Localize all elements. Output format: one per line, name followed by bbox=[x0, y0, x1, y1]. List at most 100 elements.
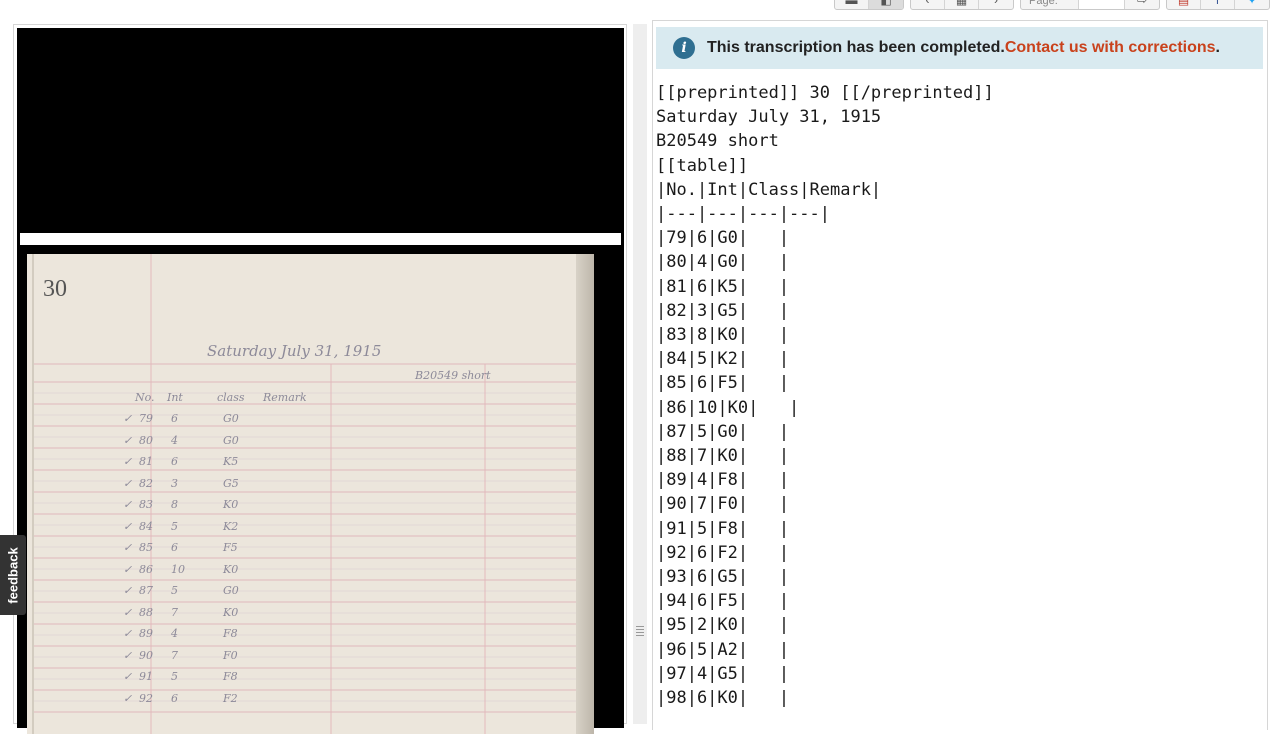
completion-notice: i This transcription has been completed.… bbox=[656, 27, 1263, 69]
handwritten-row-class: F0 bbox=[223, 648, 238, 662]
contact-corrections-link[interactable]: Contact us with corrections bbox=[1005, 39, 1216, 57]
scanned-page: 30 Saturday July 31, 1915 B20549 short N… bbox=[27, 254, 594, 734]
handwritten-check-icon: ✓ bbox=[123, 476, 133, 490]
transcript-line: |88|7|K0| | bbox=[656, 446, 790, 467]
handwritten-check-icon: ✓ bbox=[123, 541, 133, 554]
handwritten-row-class: K0 bbox=[223, 498, 239, 511]
handwritten-check-icon: ✓ bbox=[123, 562, 133, 576]
transcript-line: |92|6|F2| | bbox=[656, 542, 790, 563]
handwritten-plate-note: B20549 short bbox=[415, 369, 491, 382]
handwritten-row-no: 91 bbox=[139, 670, 153, 683]
handwritten-check-icon: ✓ bbox=[123, 433, 133, 447]
notice-text: This transcription has been completed. bbox=[707, 39, 1005, 56]
handwritten-row-class: K2 bbox=[223, 519, 239, 533]
transcript-line: |98|6|K0| | bbox=[656, 688, 790, 709]
handwritten-row-int: 6 bbox=[171, 541, 178, 554]
handwritten-check-icon: ✓ bbox=[123, 670, 133, 683]
handwritten-check-icon: ✓ bbox=[123, 691, 133, 705]
transcript-line: |93|6|G5| | bbox=[656, 567, 790, 588]
handwritten-row-int: 5 bbox=[171, 519, 178, 533]
transcript-line: |95|2|K0| | bbox=[656, 615, 790, 636]
pdf-icon[interactable]: ▤ bbox=[1167, 0, 1201, 9]
handwritten-row-int: 6 bbox=[171, 691, 178, 705]
handwritten-row-class: F8 bbox=[223, 627, 238, 640]
transcript-line: |90|7|F0| | bbox=[656, 494, 790, 515]
panel-splitter[interactable] bbox=[633, 24, 647, 724]
transcript-line: |85|6|F5| | bbox=[656, 373, 790, 394]
transcription-panel: i This transcription has been completed.… bbox=[652, 20, 1268, 730]
transcript-line: |86|10|K0| | bbox=[656, 397, 800, 418]
transcript-line: B20549 short bbox=[656, 131, 779, 152]
handwritten-check-icon: ✓ bbox=[123, 412, 133, 425]
image-viewer[interactable]: 30 Saturday July 31, 1915 B20549 short N… bbox=[17, 28, 624, 734]
handwritten-check-icon: ✓ bbox=[123, 584, 133, 597]
handwritten-row-class: F8 bbox=[223, 670, 238, 683]
handwritten-header-remark: Remark bbox=[263, 391, 307, 404]
page-number: 30 bbox=[43, 276, 67, 302]
facebook-icon[interactable]: f bbox=[1201, 0, 1235, 9]
transcript-line: |79|6|G0| | bbox=[656, 228, 790, 249]
single-view-icon[interactable]: ▬ bbox=[835, 0, 869, 9]
handwritten-row-no: 83 bbox=[139, 498, 153, 511]
ledger-lines bbox=[32, 254, 594, 734]
split-view-icon[interactable]: ◧ bbox=[869, 0, 903, 9]
handwritten-header-no: No. bbox=[135, 391, 155, 404]
image-panel: 30 Saturday July 31, 1915 B20549 short N… bbox=[13, 24, 627, 734]
handwritten-check-icon: ✓ bbox=[123, 648, 133, 662]
handwritten-row-no: 92 bbox=[139, 691, 153, 705]
transcript-line: |84|5|K2| | bbox=[656, 349, 790, 370]
feedback-tab[interactable]: feedback bbox=[0, 535, 26, 615]
handwritten-header-int: Int bbox=[167, 391, 183, 404]
handwritten-row-no: 80 bbox=[139, 433, 153, 447]
handwritten-row-no: 88 bbox=[139, 605, 153, 619]
handwritten-row-class: K0 bbox=[223, 605, 239, 619]
handwritten-row-class: G5 bbox=[223, 476, 239, 490]
transcript-line: |91|5|F8| | bbox=[656, 518, 790, 539]
handwritten-row-class: F2 bbox=[223, 691, 238, 705]
transcript-line: |82|3|G5| | bbox=[656, 300, 790, 321]
handwritten-row-no: 84 bbox=[139, 519, 153, 533]
handwritten-row-int: 5 bbox=[171, 584, 178, 597]
handwritten-row-int: 7 bbox=[171, 605, 178, 619]
handwritten-check-icon: ✓ bbox=[123, 519, 133, 533]
handwritten-row-class: F5 bbox=[223, 541, 238, 554]
handwritten-row-class: K5 bbox=[223, 455, 239, 468]
feedback-label: feedback bbox=[5, 546, 21, 604]
transcript-line: |80|4|G0| | bbox=[656, 252, 790, 273]
prev-page-icon[interactable]: ‹ bbox=[911, 0, 945, 9]
go-icon[interactable]: ⇨ bbox=[1125, 0, 1159, 9]
handwritten-row-int: 10 bbox=[171, 562, 185, 576]
handwritten-check-icon: ✓ bbox=[123, 455, 133, 468]
handwritten-row-no: 85 bbox=[139, 541, 153, 554]
handwritten-row-int: 6 bbox=[171, 455, 178, 468]
transcript-line: |89|4|F8| | bbox=[656, 470, 790, 491]
handwritten-row-class: K0 bbox=[223, 562, 239, 576]
handwritten-row-int: 7 bbox=[171, 648, 178, 662]
handwritten-row-int: 8 bbox=[171, 498, 178, 511]
splitter-grip-icon[interactable] bbox=[636, 626, 644, 638]
handwritten-row-no: 90 bbox=[139, 648, 153, 662]
handwritten-row-no: 81 bbox=[139, 455, 153, 468]
notice-period: . bbox=[1215, 39, 1220, 56]
handwritten-row-int: 3 bbox=[171, 476, 178, 490]
handwritten-row-int: 4 bbox=[171, 627, 178, 640]
page-binding-edge bbox=[576, 254, 594, 734]
handwritten-check-icon: ✓ bbox=[123, 605, 133, 619]
grid-icon[interactable]: ▦ bbox=[945, 0, 979, 9]
page-nav-group: ‹ ▦ › bbox=[910, 0, 1014, 10]
handwritten-row-int: 5 bbox=[171, 670, 178, 683]
share-group: ▤ f ✦ bbox=[1166, 0, 1270, 10]
page-input[interactable] bbox=[1079, 0, 1125, 9]
page-label: Page: bbox=[1021, 0, 1079, 9]
transcript-line: |96|5|A2| | bbox=[656, 639, 790, 660]
handwritten-row-no: 79 bbox=[139, 412, 153, 425]
handwritten-check-icon: ✓ bbox=[123, 627, 133, 640]
transcript-line: [[table]] bbox=[656, 155, 749, 176]
twitter-icon[interactable]: ✦ bbox=[1235, 0, 1269, 9]
handwritten-row-int: 6 bbox=[171, 412, 178, 425]
transcript-line: |81|6|K5| | bbox=[656, 276, 790, 297]
transcript-line: |94|6|F5| | bbox=[656, 591, 790, 612]
handwritten-check-icon: ✓ bbox=[123, 498, 133, 511]
next-page-icon[interactable]: › bbox=[979, 0, 1013, 9]
handwritten-row-int: 4 bbox=[171, 433, 178, 447]
